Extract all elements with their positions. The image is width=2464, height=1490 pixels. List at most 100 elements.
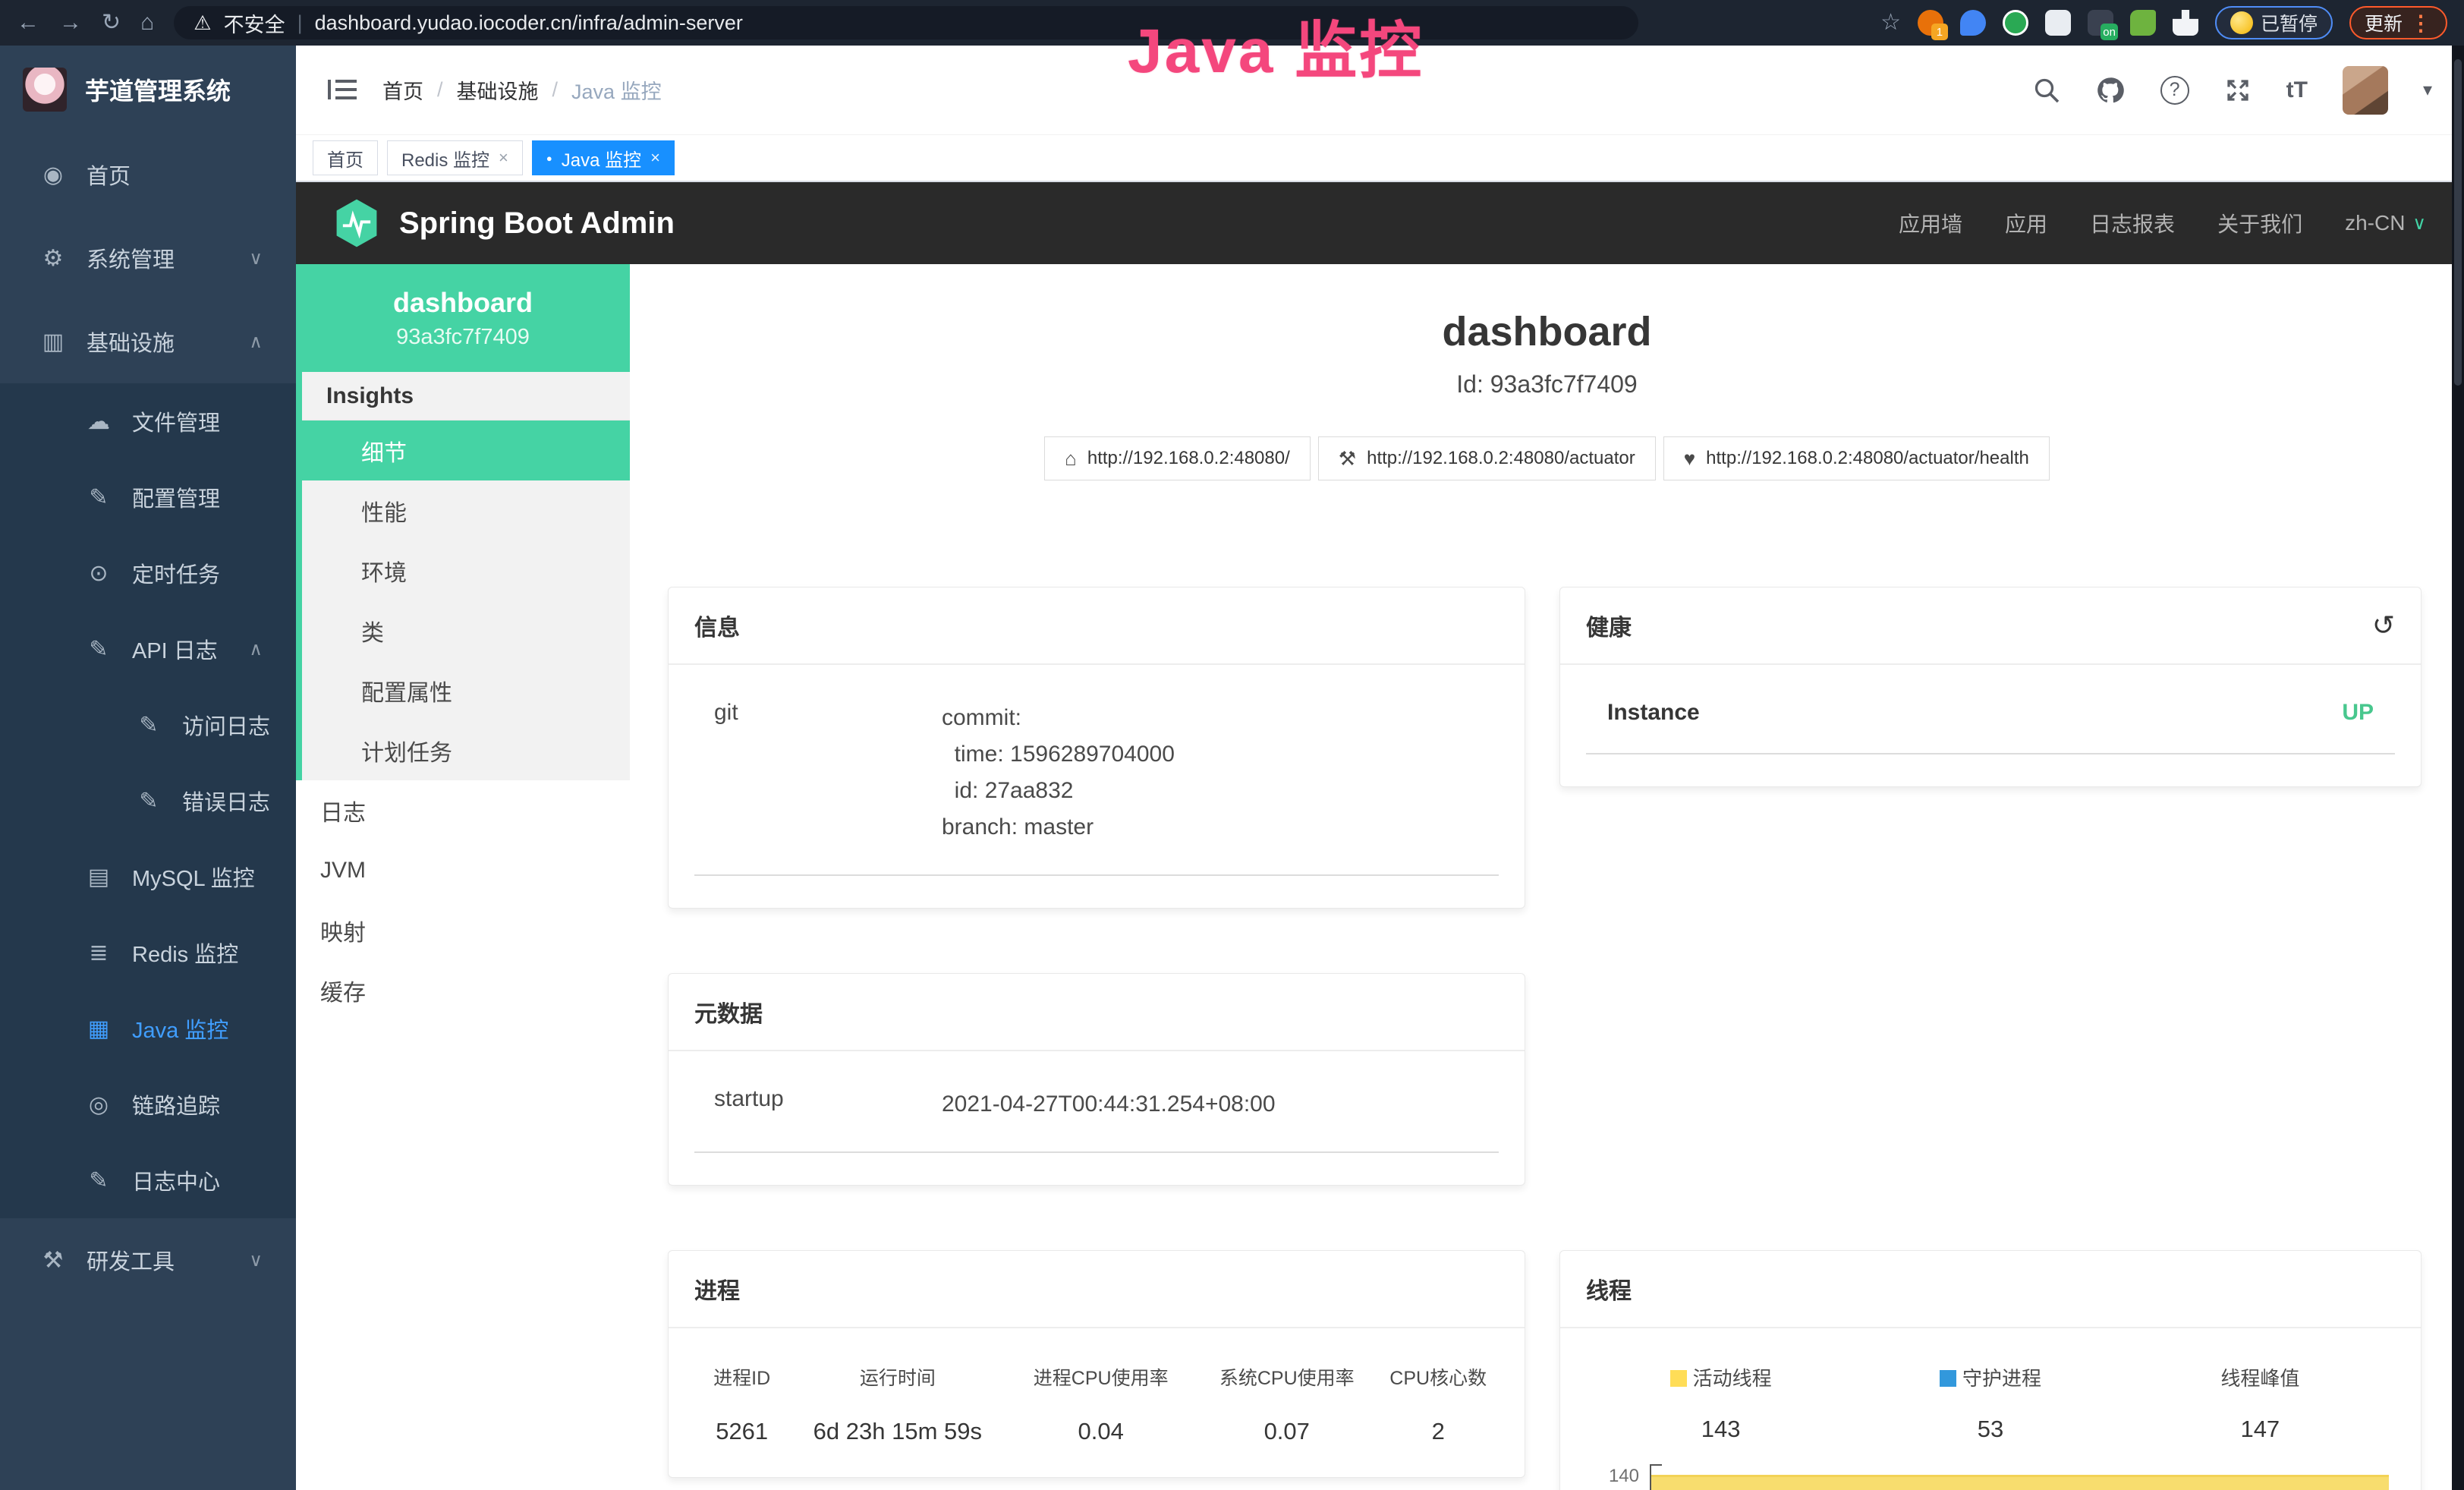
insights-group: Insights 细节 性能 环境 类 配置属性 计划任务 [296, 372, 630, 780]
health-instance-row[interactable]: Instance UP [1586, 700, 2395, 754]
wrench-icon: ⚒ [1339, 447, 1356, 471]
heart-icon: ♥ [1684, 447, 1695, 471]
breadcrumb-infrastructure[interactable]: 基础设施 [457, 75, 539, 105]
home-icon: ⌂ [1065, 447, 1077, 471]
tools-icon: ⚒ [39, 1247, 67, 1274]
menu-item-classes[interactable]: 类 [302, 600, 630, 660]
browser-forward-icon[interactable]: → [59, 11, 82, 34]
spring-boot-admin-logo [334, 198, 379, 248]
menu-item-scheduled-tasks[interactable]: 计划任务 [302, 720, 630, 780]
extension-icon-leaf[interactable] [2130, 10, 2156, 36]
menu-item-mappings[interactable]: 映射 [296, 900, 630, 960]
app-logo-row: 芋道管理系统 [0, 46, 296, 133]
menu-item-logging[interactable]: 日志 [296, 780, 630, 840]
user-avatar[interactable] [2343, 66, 2388, 115]
not-secure-label: 不安全 [224, 8, 285, 38]
menu-item-caches[interactable]: 缓存 [296, 960, 630, 1020]
chevron-down-icon: ∨ [2412, 213, 2426, 235]
menu-item-jvm[interactable]: JVM [296, 840, 630, 900]
sba-nav-journal[interactable]: 日志报表 [2090, 208, 2175, 238]
sidebar-item-dev-tools[interactable]: ⚒ 研发工具 ∨ [0, 1218, 296, 1302]
browser-menu-icon[interactable]: ⋮ [2410, 11, 2432, 36]
close-icon[interactable]: × [650, 148, 660, 168]
app-sidebar: 芋道管理系统 ◉ 首页 ⚙ 系统管理 ∨ ▥ 基础设施 ∧ ☁ 文件管理 ✎ 配… [0, 46, 296, 1490]
tab-java-monitor[interactable]: ● Java 监控 × [532, 140, 675, 175]
breadcrumb-home[interactable]: 首页 [382, 75, 423, 105]
sidebar-item-log-center[interactable]: ✎ 日志中心 [0, 1142, 296, 1218]
tab-home[interactable]: 首页 [313, 140, 378, 175]
cpu-cores-value: 2 [1377, 1418, 1499, 1445]
actuator-url-button[interactable]: ⚒ http://192.168.0.2:48080/actuator [1318, 436, 1656, 480]
menu-item-environment[interactable]: 环境 [302, 540, 630, 600]
browser-reload-icon[interactable]: ↻ [102, 11, 121, 34]
sidebar-item-java-monitor[interactable]: ▦ Java 监控 [0, 991, 296, 1066]
not-secure-warning-icon: ⚠ [194, 11, 211, 35]
tab-redis-monitor[interactable]: Redis 监控 × [387, 140, 523, 175]
history-icon[interactable]: ↺ [2372, 615, 2395, 637]
sidebar-item-file-management[interactable]: ☁ 文件管理 [0, 383, 296, 459]
sidebar-item-infrastructure[interactable]: ▥ 基础设施 ∧ [0, 300, 296, 383]
browser-back-icon[interactable]: ← [17, 11, 39, 34]
avatar-caret-down-icon[interactable]: ▾ [2423, 79, 2432, 101]
font-size-icon[interactable]: tT [2286, 77, 2308, 103]
threads-chart-plot [1650, 1464, 2395, 1490]
extension-icon-switch[interactable]: on [2088, 10, 2113, 36]
bookmark-star-icon[interactable]: ☆ [1880, 11, 1901, 34]
page-scrollbar[interactable] [2452, 46, 2464, 1490]
hamburger-icon[interactable] [328, 78, 357, 102]
sba-nav-wallboard[interactable]: 应用墙 [1899, 208, 1962, 238]
close-icon[interactable]: × [499, 148, 508, 168]
sidebar-item-access-logs[interactable]: ✎ 访问日志 [0, 687, 296, 763]
sidebar-item-api-logs[interactable]: ✎ API 日志 ∧ [0, 611, 296, 687]
sidebar-item-mysql-monitor[interactable]: ▤ MySQL 监控 [0, 839, 296, 915]
menu-item-details[interactable]: 细节 [302, 421, 630, 480]
layers-icon: ≣ [85, 940, 112, 966]
scrollbar-thumb[interactable] [2454, 59, 2462, 386]
health-url-button[interactable]: ♥ http://192.168.0.2:48080/actuator/heal… [1663, 436, 2050, 480]
instance-name: dashboard [393, 287, 533, 319]
threads-chart: 140 120 100 [1586, 1464, 2395, 1490]
instance-id: 93a3fc7f7409 [396, 325, 530, 350]
extension-icon-pin[interactable] [1960, 10, 1986, 36]
process-card: 进程 进程ID 运行时间 进程CPU使用率 系统CPU使用率 CPU核心数 52… [668, 1250, 1525, 1478]
update-browser-button[interactable]: 更新 ⋮ [2349, 6, 2447, 39]
fullscreen-icon[interactable] [2224, 77, 2252, 104]
menu-item-config-props[interactable]: 配置属性 [302, 660, 630, 720]
monitor-icon: ▦ [85, 1016, 112, 1042]
extension-icon-orange[interactable]: 1 [1918, 10, 1943, 36]
menu-item-metrics[interactable]: 性能 [302, 480, 630, 540]
help-icon[interactable]: ? [2160, 76, 2189, 105]
instance-url-row: ⌂ http://192.168.0.2:48080/ ⚒ http://192… [630, 436, 2464, 480]
sidebar-item-redis-monitor[interactable]: ≣ Redis 监控 [0, 915, 296, 991]
sba-instance-sidebar: dashboard 93a3fc7f7409 Insights 细节 性能 环境… [296, 264, 630, 1490]
github-icon[interactable] [2095, 75, 2126, 106]
sba-brand-title[interactable]: Spring Boot Admin [399, 206, 675, 241]
sba-root-menu: 日志 JVM 映射 缓存 [296, 780, 630, 1020]
sidebar-item-tracing[interactable]: ◎ 链路追踪 [0, 1066, 296, 1142]
sidebar-item-system-management[interactable]: ⚙ 系统管理 ∨ [0, 216, 296, 300]
sidebar-item-error-logs[interactable]: ✎ 错误日志 [0, 763, 296, 839]
cloud-icon: ☁ [85, 408, 112, 435]
extension-icon-green-y[interactable] [2003, 10, 2028, 36]
chevron-up-icon: ∧ [249, 638, 263, 660]
search-icon[interactable] [2033, 77, 2060, 104]
sba-nav-applications[interactable]: 应用 [2005, 208, 2047, 238]
service-url-button[interactable]: ⌂ http://192.168.0.2:48080/ [1044, 436, 1311, 480]
browser-home-icon[interactable]: ⌂ [140, 11, 154, 34]
sidebar-item-home[interactable]: ◉ 首页 [0, 133, 296, 216]
chevron-down-icon: ∨ [249, 247, 263, 269]
sidebar-item-scheduled-tasks[interactable]: ⊙ 定时任务 [0, 535, 296, 611]
address-separator: | [297, 11, 303, 35]
extension-icon-grid[interactable] [2045, 10, 2071, 36]
sba-nav-about[interactable]: 关于我们 [2217, 208, 2302, 238]
sba-locale-select[interactable]: zh-CN ∨ [2345, 211, 2426, 235]
breadcrumb-current: Java 监控 [571, 75, 662, 105]
process-table: 进程ID 运行时间 进程CPU使用率 系统CPU使用率 CPU核心数 5261 … [694, 1363, 1499, 1445]
profile-paused-chip[interactable]: 已暂停 [2215, 6, 2333, 39]
chevron-down-icon: ∨ [249, 1249, 263, 1271]
infrastructure-icon: ▥ [39, 329, 67, 355]
sidebar-item-config-management[interactable]: ✎ 配置管理 [0, 459, 296, 535]
extensions-puzzle-icon[interactable] [2173, 10, 2198, 36]
annotation-java-monitor: Java 监控 [1128, 0, 1424, 90]
address-url: dashboard.yudao.iocoder.cn/infra/admin-s… [315, 11, 743, 35]
